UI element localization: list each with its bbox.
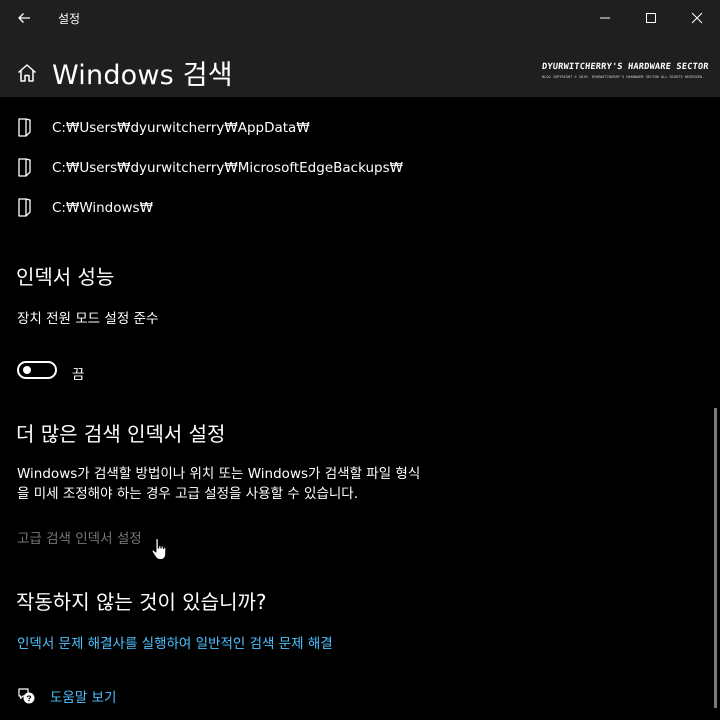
troubleshoot-title: 작동하지 않는 것이 있습니까? xyxy=(16,590,267,614)
page-title: Windows 검색 xyxy=(52,60,233,91)
folder-path: C:₩Windows₩ xyxy=(52,200,153,216)
folder-icon xyxy=(18,198,31,217)
settings-content: C:₩Users₩dyurwitcherry₩AppData₩ C:₩Users… xyxy=(0,97,720,720)
back-button[interactable] xyxy=(0,0,48,36)
minimize-icon xyxy=(600,17,610,19)
watermark-main-text: DYURWITCHERRY'S HARDWARE SECTOR xyxy=(541,62,710,72)
home-icon[interactable] xyxy=(16,62,38,84)
maximize-button[interactable] xyxy=(628,0,674,36)
close-icon xyxy=(691,12,703,24)
excluded-folder-item[interactable]: C:₩Users₩dyurwitcherry₩MicrosoftEdgeBack… xyxy=(18,156,403,180)
more-settings-description-line1: Windows가 검색할 방법이나 위치 또는 Windows가 검색할 파일 … xyxy=(17,466,421,482)
window-controls xyxy=(582,0,720,36)
excluded-folder-item[interactable]: C:₩Windows₩ xyxy=(18,196,153,220)
back-arrow-icon xyxy=(18,13,30,23)
title-bar: 설정 xyxy=(0,0,720,36)
watermark-sub-text: BLOG COPYRIGHT © 2019. DYURWITCHERRY'S H… xyxy=(542,75,705,79)
power-mode-toggle[interactable] xyxy=(17,361,57,379)
watermark: DYURWITCHERRY'S HARDWARE SECTOR BLOG COP… xyxy=(541,62,710,79)
hand-cursor-icon xyxy=(151,538,167,560)
power-mode-description: 장치 전원 모드 설정 준수 xyxy=(17,311,159,327)
maximize-icon xyxy=(646,13,656,23)
troubleshooter-link[interactable]: 인덱서 문제 해결사를 실행하여 일반적인 검색 문제 해결 xyxy=(17,632,333,652)
excluded-folder-item[interactable]: C:₩Users₩dyurwitcherry₩AppData₩ xyxy=(18,116,310,140)
help-chat-icon xyxy=(18,688,35,704)
folder-path: C:₩Users₩dyurwitcherry₩AppData₩ xyxy=(52,120,310,136)
more-settings-description-line2: 을 미세 조정해야 하는 경우 고급 설정을 사용할 수 있습니다. xyxy=(17,486,358,502)
page-header: Windows 검색 DYURWITCHERRY'S HARDWARE SECT… xyxy=(0,36,720,97)
folder-icon xyxy=(18,158,31,177)
toggle-state-label: 끔 xyxy=(72,367,85,383)
indexer-performance-title: 인덱서 성능 xyxy=(16,265,115,289)
folder-icon xyxy=(18,118,31,137)
advanced-indexer-settings-link[interactable]: 고급 검색 인덱서 설정 xyxy=(17,527,142,547)
more-settings-title: 더 많은 검색 인덱서 설정 xyxy=(16,422,226,446)
minimize-button[interactable] xyxy=(582,0,628,36)
toggle-knob xyxy=(23,366,31,374)
more-settings-description: Windows가 검색할 방법이나 위치 또는 Windows가 검색할 파일 … xyxy=(17,464,420,504)
window-title: 설정 xyxy=(58,11,81,26)
get-help-link[interactable]: 도움말 보기 xyxy=(50,686,116,706)
scrollbar-thumb[interactable] xyxy=(714,408,717,708)
folder-path: C:₩Users₩dyurwitcherry₩MicrosoftEdgeBack… xyxy=(52,160,403,176)
close-button[interactable] xyxy=(674,0,720,36)
